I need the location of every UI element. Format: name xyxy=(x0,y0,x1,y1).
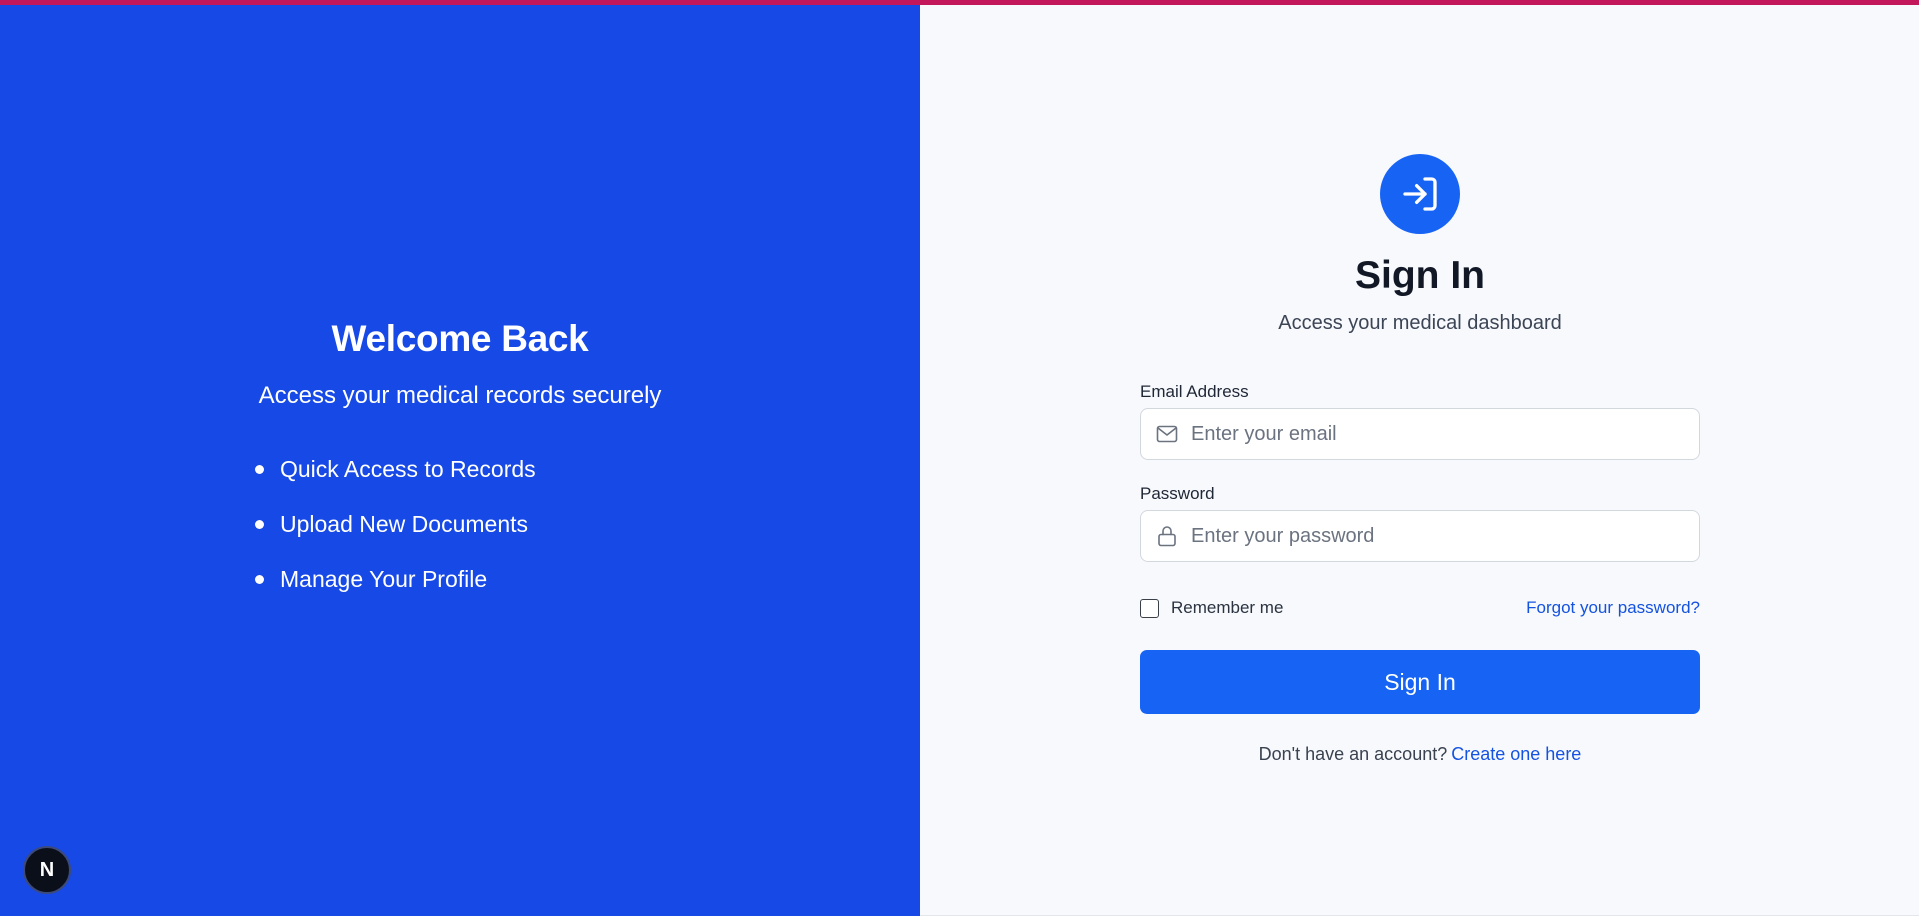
mail-icon xyxy=(1155,422,1179,446)
feature-item: Manage Your Profile xyxy=(255,552,665,607)
welcome-content: Welcome Back Access your medical records… xyxy=(255,318,665,607)
login-arrow-icon xyxy=(1380,154,1460,234)
feature-list: Quick Access to Records Upload New Docum… xyxy=(255,442,665,607)
signin-form: Email Address Password xyxy=(1140,380,1700,765)
remember-label: Remember me xyxy=(1171,598,1284,617)
nextjs-dev-badge[interactable]: N xyxy=(23,846,71,894)
password-input[interactable] xyxy=(1191,524,1699,548)
bullet-icon xyxy=(255,575,264,584)
bullet-icon xyxy=(255,465,264,474)
email-input[interactable] xyxy=(1191,422,1699,446)
remember-checkbox[interactable] xyxy=(1140,598,1159,618)
forgot-password-link[interactable]: Forgot your password? xyxy=(1526,598,1700,618)
badge-letter: N xyxy=(39,858,55,881)
feature-item: Quick Access to Records xyxy=(255,442,665,497)
create-account-link[interactable]: Create one here xyxy=(1451,744,1581,764)
bullet-icon xyxy=(255,520,264,529)
feature-item: Upload New Documents xyxy=(255,497,665,552)
form-options: Remember me Forgot your password? xyxy=(1140,593,1700,623)
remember-me[interactable]: Remember me xyxy=(1140,598,1283,618)
signin-panel: Sign In Access your medical dashboard Em… xyxy=(920,5,1919,916)
signin-title: Sign In xyxy=(1355,254,1485,297)
welcome-panel: Welcome Back Access your medical records… xyxy=(0,5,920,916)
feature-label: Quick Access to Records xyxy=(280,456,536,482)
password-field-wrapper xyxy=(1140,510,1700,562)
welcome-title: Welcome Back xyxy=(331,318,589,359)
lock-icon xyxy=(1155,524,1179,548)
signup-prompt-text: Don't have an account? xyxy=(1258,744,1448,764)
signin-subtitle: Access your medical dashboard xyxy=(1278,312,1562,334)
password-label: Password xyxy=(1140,484,1215,503)
feature-label: Manage Your Profile xyxy=(280,566,488,592)
signin-button[interactable]: Sign In xyxy=(1140,650,1700,714)
welcome-subtitle: Access your medical records securely xyxy=(258,382,662,409)
email-field-wrapper xyxy=(1140,408,1700,460)
page: Welcome Back Access your medical records… xyxy=(0,5,1919,916)
email-label: Email Address xyxy=(1140,382,1249,401)
signup-prompt: Don't have an account? Create one here xyxy=(1140,744,1700,765)
feature-label: Upload New Documents xyxy=(280,511,529,537)
